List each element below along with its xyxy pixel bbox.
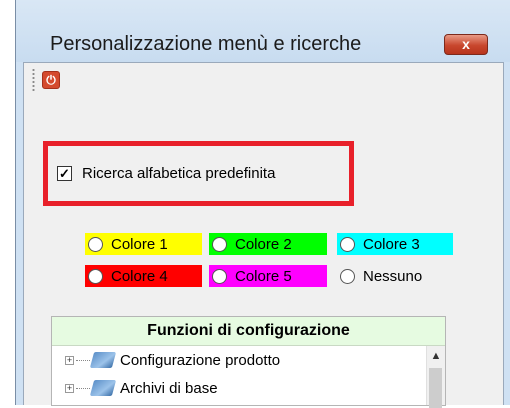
expand-icon[interactable]: + bbox=[65, 355, 74, 365]
alpha-search-checkbox[interactable]: ✓ bbox=[57, 165, 72, 181]
tree-item-label: Configurazione prodotto bbox=[120, 351, 281, 369]
radio-color-2[interactable] bbox=[212, 236, 227, 252]
color-2-label: Colore 2 bbox=[235, 235, 292, 253]
scroll-thumb[interactable] bbox=[429, 368, 442, 408]
radio-color-4[interactable] bbox=[88, 268, 103, 284]
color-option-4[interactable]: Colore 4 bbox=[85, 265, 202, 287]
scroll-up-arrow-icon[interactable]: ▲ bbox=[427, 350, 445, 362]
alpha-search-option[interactable]: ✓ Ricerca alfabetica predefinita bbox=[57, 163, 275, 183]
toolbar: ⏻ bbox=[24, 63, 503, 98]
radio-color-3[interactable] bbox=[340, 236, 355, 252]
color-4-label: Colore 4 bbox=[111, 267, 168, 285]
color-option-5[interactable]: Colore 5 bbox=[209, 265, 327, 287]
book-icon bbox=[89, 352, 117, 368]
tree-item-label: Archivi di base bbox=[120, 379, 218, 397]
tree-connector bbox=[76, 359, 90, 361]
radio-color-5[interactable] bbox=[212, 268, 227, 284]
expand-icon[interactable]: + bbox=[65, 383, 74, 393]
color-3-label: Colore 3 bbox=[363, 235, 420, 253]
config-functions-panel: Funzioni di configurazione + Configurazi… bbox=[51, 316, 446, 408]
config-tree: + Configurazione prodotto + Archivi di b… bbox=[52, 346, 445, 405]
color-5-label: Colore 5 bbox=[235, 267, 292, 285]
radio-color-1[interactable] bbox=[88, 236, 103, 252]
toolbar-grip[interactable] bbox=[32, 68, 35, 92]
color-option-1[interactable]: Colore 1 bbox=[85, 233, 202, 255]
dialog-window: Personalizzazione menù e ricerche x ⏻ ✓ … bbox=[15, 0, 510, 408]
window-title: Personalizzazione menù e ricerche bbox=[50, 33, 362, 55]
power-icon[interactable]: ⏻ bbox=[42, 71, 60, 89]
close-button[interactable]: x bbox=[444, 34, 488, 55]
dialog-client-area: ⏻ ✓ Ricerca alfabetica predefinita Color… bbox=[23, 62, 504, 408]
color-option-2[interactable]: Colore 2 bbox=[209, 233, 327, 255]
panel-header: Funzioni di configurazione bbox=[52, 317, 445, 346]
tree-item-config-product[interactable]: + Configurazione prodotto bbox=[65, 350, 280, 370]
title-bar[interactable]: Personalizzazione menù e ricerche x bbox=[16, 0, 510, 62]
book-icon bbox=[89, 380, 117, 396]
vertical-scrollbar[interactable]: ▲ bbox=[426, 346, 445, 408]
color-none-label: Nessuno bbox=[363, 267, 423, 285]
tree-connector bbox=[76, 387, 90, 389]
color-1-label: Colore 1 bbox=[111, 235, 168, 253]
color-option-none[interactable]: Nessuno bbox=[337, 265, 453, 287]
alpha-search-label: Ricerca alfabetica predefinita bbox=[82, 164, 276, 182]
color-option-3[interactable]: Colore 3 bbox=[337, 233, 453, 255]
radio-color-none[interactable] bbox=[340, 268, 355, 284]
tree-item-base-archives[interactable]: + Archivi di base bbox=[65, 378, 218, 398]
